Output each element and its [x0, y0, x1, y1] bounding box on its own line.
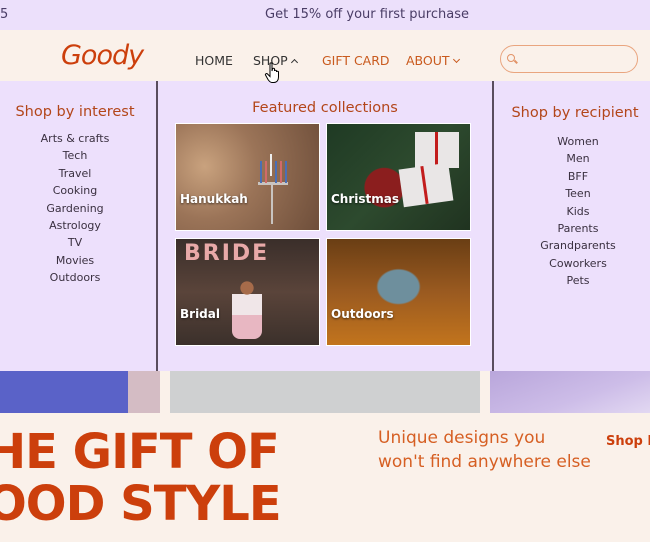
recipient-list: Women Men BFF Teen Kids Parents Grandpar…	[503, 133, 650, 290]
tile-hanukkah[interactable]: Hanukkah	[175, 123, 320, 231]
hero-subtitle-line: Unique designs you	[378, 428, 546, 448]
interest-item[interactable]: Astrology	[0, 217, 150, 234]
ribbon	[435, 132, 438, 168]
recipient-item[interactable]: Parents	[503, 220, 650, 237]
interest-item[interactable]: Movies	[0, 252, 150, 269]
tile-label: Outdoors	[331, 307, 394, 321]
recipient-item[interactable]: Teen	[503, 185, 650, 202]
recipient-item[interactable]: Pets	[503, 272, 650, 289]
hero-image-blue	[0, 371, 128, 413]
tile-label: Christmas	[331, 192, 400, 206]
nav-home[interactable]: HOME	[195, 53, 233, 68]
hero-subtitle-line: won't find anywhere else	[378, 452, 591, 472]
candle	[280, 161, 282, 183]
tile-bridal[interactable]: BRIDE Bridal	[175, 238, 320, 346]
bride-balloons: BRIDE	[184, 241, 270, 266]
interest-list: Arts & crafts Tech Travel Cooking Garden…	[0, 130, 150, 287]
tile-label: Hanukkah	[180, 192, 248, 206]
hero-subtitle: Unique designs you won't find anywhere e…	[378, 426, 591, 474]
nav-about[interactable]: ABOUT	[406, 53, 460, 68]
menu-divider	[492, 81, 494, 371]
recipient-item[interactable]: Grandparents	[503, 237, 650, 254]
menorah-stem	[271, 184, 273, 224]
hero-image-grey	[170, 371, 480, 413]
hero-image-lavender	[490, 371, 650, 413]
announcement-bar: 5 Get 15% off your first purchase	[0, 0, 650, 30]
shop-now-link[interactable]: Shop N	[606, 434, 650, 449]
search-box[interactable]	[500, 45, 638, 73]
hero-title-line: HE GIFT OF	[0, 424, 280, 480]
tile-christmas[interactable]: Christmas	[326, 123, 471, 231]
hero-title: HE GIFT OF OOD STYLE	[0, 424, 282, 532]
menu-divider	[156, 81, 158, 371]
interest-item[interactable]: Tech	[0, 147, 150, 164]
recipient-item[interactable]: Kids	[503, 203, 650, 220]
logo[interactable]: Goody	[61, 40, 144, 71]
chevron-up-icon	[290, 58, 298, 66]
recipient-item[interactable]: BFF	[503, 168, 650, 185]
hero-title-line: OOD STYLE	[0, 476, 282, 532]
nav-about-label: ABOUT	[406, 53, 450, 68]
nav-gift-card[interactable]: GIFT CARD	[322, 53, 390, 68]
interest-title: Shop by interest	[15, 104, 135, 120]
interest-item[interactable]: TV	[0, 234, 150, 251]
nav-home-label: HOME	[195, 53, 233, 68]
tile-label: Bridal	[180, 307, 220, 321]
recipient-item[interactable]: Coworkers	[503, 255, 650, 272]
interest-item[interactable]: Arts & crafts	[0, 130, 150, 147]
bride-figure	[232, 279, 262, 339]
recipient-item[interactable]: Men	[503, 150, 650, 167]
interest-item[interactable]: Cooking	[0, 182, 150, 199]
chevron-down-icon	[452, 55, 460, 63]
tile-outdoors[interactable]: Outdoors	[326, 238, 471, 346]
nav-gift-card-label: GIFT CARD	[322, 53, 390, 68]
candle	[260, 161, 262, 183]
interest-item[interactable]: Outdoors	[0, 269, 150, 286]
search-icon	[507, 54, 515, 62]
interest-item[interactable]: Gardening	[0, 200, 150, 217]
hand-cursor-icon	[264, 62, 279, 83]
interest-item[interactable]: Travel	[0, 165, 150, 182]
hero-image-pink	[128, 371, 160, 413]
search-input[interactable]	[521, 50, 631, 68]
candle	[285, 161, 287, 183]
announcement-message: Get 15% off your first purchase	[265, 7, 469, 22]
candle	[265, 161, 267, 183]
shop-mega-menu: Shop by interest Arts & crafts Tech Trav…	[0, 81, 650, 371]
candle	[270, 154, 272, 176]
candle	[275, 161, 277, 183]
recipient-title: Shop by recipient	[511, 105, 639, 121]
featured-title: Featured collections	[252, 100, 398, 116]
recipient-item[interactable]: Women	[503, 133, 650, 150]
menorah-arm	[258, 182, 288, 185]
site-header: Goody HOME SHOP GIFT CARD ABOUT	[0, 30, 650, 81]
